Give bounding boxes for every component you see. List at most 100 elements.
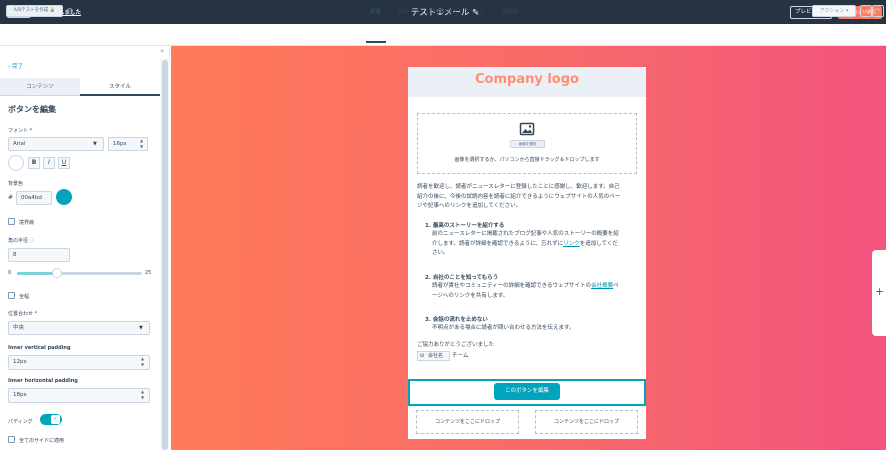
list-item-line: 介します。読者が詳細を確認できるように、忘れずにリンクを追加してくだ xyxy=(432,240,619,250)
cta-button[interactable]: このボタンを編集 xyxy=(494,383,560,400)
text-span: 介します。読者が詳細を確認できるように、忘れずに xyxy=(432,240,564,247)
text-span: ペ xyxy=(613,283,619,289)
caret-down-icon: ▼ xyxy=(93,141,97,147)
ab-test-button[interactable]: A/Bテストを作成 🔒 xyxy=(6,5,63,17)
text-span: を追加してくだ xyxy=(579,240,618,247)
border-checkbox[interactable] xyxy=(8,218,15,225)
intro-line: 読者を歓迎し、読者がニュースレターに登録したことに感謝し、歓迎します。自己 xyxy=(417,184,620,190)
done-back-link[interactable]: ‹ 完了 xyxy=(8,62,23,70)
tab-content[interactable]: コンテンツ xyxy=(0,78,80,96)
tab-automation[interactable]: 自動化 xyxy=(502,7,519,15)
alignment-value: 中央 xyxy=(13,325,25,331)
actions-label: アクション xyxy=(819,8,845,14)
actions-button[interactable]: アクション ▾ xyxy=(812,5,856,17)
collapse-panel-icon[interactable]: « xyxy=(160,47,164,55)
bg-color-label: 背景色 xyxy=(8,181,24,187)
stepper-down-icon[interactable]: ▼ xyxy=(140,144,143,150)
slider-max-label: 25 xyxy=(145,270,152,276)
intro-line: ジや記事へのリンクを追加してください。 xyxy=(417,203,522,209)
radius-label-text: 角の半径 xyxy=(8,238,29,244)
full-width-checkbox[interactable] xyxy=(8,292,15,299)
plus-icon[interactable]: + xyxy=(875,285,884,298)
padding-label: パディング xyxy=(8,419,33,425)
list-item-body: 不明点がある場合に読者が問い合わせる方法を伝えます。 xyxy=(432,325,575,331)
stepper-down-icon[interactable]: ▼ xyxy=(141,362,144,368)
list-item-title: 3. 会話の流れを止めない xyxy=(425,317,488,323)
active-tab-indicator xyxy=(366,41,386,43)
link-text[interactable]: リンク xyxy=(563,241,580,247)
section-title: ボタンを編集 xyxy=(8,105,56,114)
dropzone-right[interactable]: コンテンツをここにドロップ xyxy=(535,410,638,434)
lock-icon: 🔒 xyxy=(49,8,56,13)
apply-all-sides-checkbox[interactable] xyxy=(8,436,15,443)
list-item-title: 2. 自社のことを知ってもらう xyxy=(425,275,499,281)
thanks-text: ご協力ありがとうございました xyxy=(417,342,495,348)
tab-edit[interactable]: 編集 xyxy=(370,7,381,15)
font-size-input[interactable]: 16px ▲ ▼ xyxy=(108,137,148,151)
company-name-token[interactable]: ⛁ 会社名 xyxy=(417,351,450,361)
chevron-left-icon: ‹ xyxy=(8,64,11,70)
list-item-body: 前のニュースレターに掲載されたブログ記事や人気のストーリーの概要を紹 介します。… xyxy=(432,230,619,259)
bg-color-swatch[interactable] xyxy=(56,189,72,205)
image-icon xyxy=(519,122,535,136)
list-item-line: 前のニュースレターに掲載されたブログ記事や人気のストーリーの概要を紹 xyxy=(432,231,619,237)
horizontal-padding-input[interactable]: 18px ▲ ▼ xyxy=(8,388,150,403)
border-label: 境界線 xyxy=(19,220,35,226)
info-icon[interactable]: ⓘ xyxy=(30,238,35,244)
hpad-value: 18px xyxy=(13,392,27,398)
list-item-line: 読者が貴社やコミュニティーの詳細を確認できるウェブサイトの会社概要ペ xyxy=(432,282,619,292)
font-color-swatch[interactable] xyxy=(8,155,24,171)
font-family-value: Arial xyxy=(13,141,26,147)
image-hint: 画像を選択するか、パソコンから直接ドラッグ＆ドロップします xyxy=(454,157,600,163)
undo-icon[interactable]: ↶ xyxy=(860,5,872,17)
alignment-label: 位置合わせ * xyxy=(8,311,38,317)
intro-text[interactable]: 読者を歓迎し、読者がニュースレターに登録したことに感謝し、歓迎します。自己 紹介… xyxy=(417,183,620,212)
slider-min-label: 0 xyxy=(8,270,12,276)
radius-label: 角の半径 ⓘ xyxy=(8,237,35,244)
company-token-label: 会社名 xyxy=(428,353,444,359)
tab-send-schedule[interactable]: 送信またはスケジュール xyxy=(425,7,485,15)
done-label: 完了 xyxy=(11,64,23,70)
radius-input[interactable]: 8 xyxy=(8,248,70,262)
text-span: 読者が貴社やコミュニティーの詳細を確認できるウェブサイトの xyxy=(432,283,592,289)
list-item-title: 1. 最高のストーリーを紹介する xyxy=(425,223,505,229)
team-suffix: チーム xyxy=(452,353,469,359)
dropzone-left[interactable]: コンテンツをここにドロップ xyxy=(416,410,519,434)
scrollbar-thumb[interactable] xyxy=(162,60,168,450)
vpad-value: 12px xyxy=(13,359,27,365)
radius-slider-fill xyxy=(17,272,57,275)
list-item-line: さい。 xyxy=(432,250,449,256)
alignment-select[interactable]: 中央 ▼ xyxy=(8,321,150,335)
editor-toolbar xyxy=(0,24,886,46)
italic-button[interactable]: I xyxy=(43,157,55,169)
vpad-label: Inner vertical padding xyxy=(8,345,71,351)
stepper-down-icon[interactable]: ▼ xyxy=(141,395,144,401)
bg-color-hex-input[interactable]: 00a4bd xyxy=(16,191,52,205)
font-family-select[interactable]: Arial ▼ xyxy=(8,137,104,151)
underline-button[interactable]: U xyxy=(58,157,70,169)
hpad-label: Inner horizontal padding xyxy=(8,378,78,384)
tab-style[interactable]: スタイル xyxy=(80,78,160,96)
bold-button[interactable]: B xyxy=(28,157,40,169)
company-logo-text: Company logo xyxy=(475,72,579,87)
intro-line: 紹介の後に、今後の試読内容を読者に紹介できるようにウェブサイトの人気のペー xyxy=(417,193,621,200)
info-icon[interactable]: i xyxy=(67,8,73,14)
ab-test-label: A/Bテストを作成 xyxy=(13,8,49,13)
font-size-value: 16px xyxy=(113,141,127,147)
database-icon: ⛁ xyxy=(420,353,425,359)
tab-settings[interactable]: 設定 xyxy=(398,7,409,15)
hash-symbol: # xyxy=(8,194,14,201)
radius-slider-handle[interactable] xyxy=(52,268,62,278)
vertical-padding-input[interactable]: 12px ▲ ▼ xyxy=(8,355,150,370)
font-label: フォント * xyxy=(8,128,33,134)
redo-icon[interactable]: ↷ xyxy=(872,5,884,17)
select-image-button[interactable]: 画像を選択 xyxy=(510,140,545,148)
apply-all-sides-label: 全てのサイドに適用 xyxy=(19,438,65,444)
list-item-line: ージへのリンクを共有します。 xyxy=(432,292,509,299)
full-width-label: 全幅 xyxy=(19,294,30,300)
list-item-body: 読者が貴社やコミュニティーの詳細を確認できるウェブサイトの会社概要ペ ージへのリ… xyxy=(432,282,619,301)
check-icon: ✓ xyxy=(51,415,60,424)
chevron-down-icon: ▾ xyxy=(845,8,849,14)
caret-down-icon: ▼ xyxy=(139,325,143,331)
link-text[interactable]: 会社概要 xyxy=(591,283,613,289)
